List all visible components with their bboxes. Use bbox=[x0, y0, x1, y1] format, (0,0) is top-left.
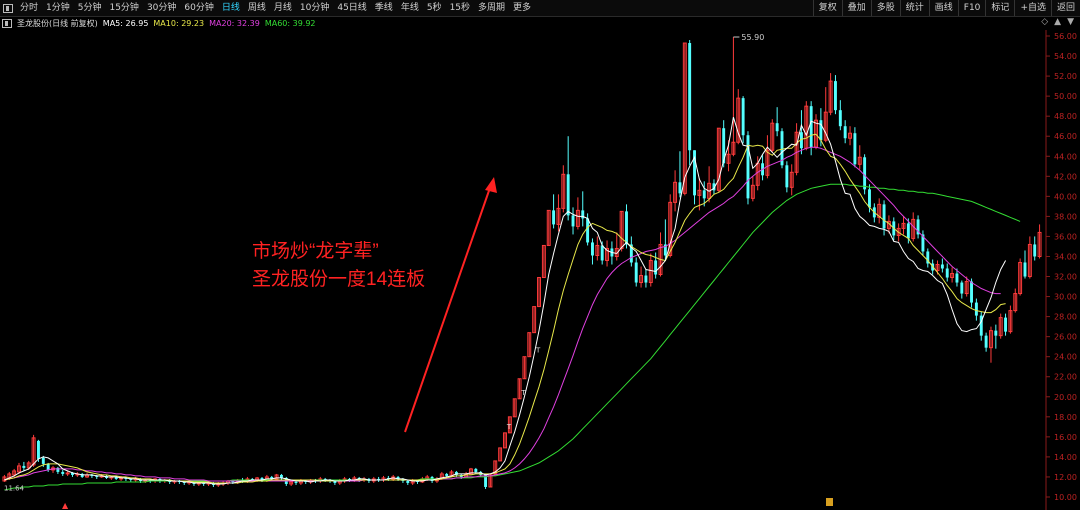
price-label: 48.00 bbox=[1054, 112, 1077, 121]
candle-body bbox=[634, 262, 638, 283]
candle-body bbox=[994, 330, 998, 336]
candle-body bbox=[960, 282, 964, 294]
candle-body bbox=[644, 275, 648, 283]
t-marker: T bbox=[506, 423, 512, 431]
candle-body bbox=[1004, 317, 1008, 332]
price-label: 12.00 bbox=[1054, 473, 1077, 482]
candle-body bbox=[945, 268, 949, 278]
ma5-line bbox=[4, 117, 1007, 485]
candle-body bbox=[809, 106, 813, 148]
price-label: 44.00 bbox=[1054, 152, 1077, 161]
candle-body bbox=[625, 211, 628, 245]
annotation-arrow-line bbox=[404, 181, 493, 433]
candle-body bbox=[566, 174, 570, 216]
candle-body bbox=[868, 189, 871, 208]
candle-body bbox=[41, 457, 45, 464]
candle-body bbox=[741, 98, 745, 136]
t-marker: T bbox=[520, 389, 526, 397]
price-label: 28.00 bbox=[1054, 313, 1077, 322]
candle-body bbox=[882, 204, 886, 229]
candle-body bbox=[445, 473, 449, 476]
candle-body bbox=[906, 223, 910, 239]
price-label: 10.00 bbox=[1054, 493, 1077, 502]
candle-body bbox=[819, 120, 823, 141]
candle-body bbox=[294, 481, 298, 483]
candle-body bbox=[61, 471, 65, 474]
candle-body bbox=[654, 260, 658, 275]
price-label: 38.00 bbox=[1054, 212, 1077, 221]
annotation-line-1: 市场炒“龙字辈” bbox=[252, 241, 379, 262]
price-label: 14.00 bbox=[1054, 453, 1077, 462]
candle-body bbox=[838, 110, 842, 127]
candle-body bbox=[785, 165, 789, 188]
candle-body bbox=[552, 210, 556, 225]
candle-body bbox=[46, 463, 50, 470]
price-label: 26.00 bbox=[1054, 333, 1077, 342]
price-label: 40.00 bbox=[1054, 192, 1077, 201]
event-marker-icon bbox=[826, 498, 833, 506]
candle-body bbox=[955, 273, 959, 283]
candle-body bbox=[678, 182, 682, 194]
kline-chart[interactable]: 56.00 54.00 52.00 50.00 48.00 46.00 44.00 42.00… bbox=[0, 0, 1080, 510]
price-label: 46.00 bbox=[1054, 132, 1077, 141]
price-label: 54.00 bbox=[1054, 52, 1077, 61]
candle-body bbox=[702, 190, 706, 199]
candle-body bbox=[571, 215, 575, 227]
price-label: 34.00 bbox=[1054, 252, 1077, 261]
candle-body bbox=[863, 157, 867, 190]
price-label: 22.00 bbox=[1054, 373, 1077, 382]
event-marker-small: ▲ bbox=[62, 501, 69, 510]
candle-body bbox=[834, 81, 837, 111]
candle-body bbox=[940, 264, 944, 269]
candle-body bbox=[22, 465, 26, 468]
candle-body bbox=[775, 123, 779, 132]
candle-body bbox=[586, 218, 590, 243]
candle-body bbox=[1023, 262, 1027, 277]
ma10-line bbox=[4, 133, 1006, 484]
candle-body bbox=[970, 281, 973, 303]
price-label: 50.00 bbox=[1054, 92, 1077, 101]
price-label: 24.00 bbox=[1054, 353, 1077, 362]
candle-body bbox=[1033, 244, 1037, 257]
annotation-arrowhead bbox=[485, 177, 497, 193]
price-label: 52.00 bbox=[1054, 72, 1077, 81]
ma60-line bbox=[4, 183, 1021, 491]
price-label: 30.00 bbox=[1054, 293, 1077, 302]
candle-body bbox=[853, 133, 857, 165]
candle-body bbox=[974, 302, 978, 316]
price-label: 32.00 bbox=[1054, 273, 1077, 282]
price-label: 56.00 bbox=[1054, 32, 1077, 41]
candle-body bbox=[688, 43, 692, 151]
candle-body bbox=[600, 245, 604, 261]
t-marker: T bbox=[535, 347, 541, 355]
candle-body bbox=[36, 440, 40, 459]
annotation-line-2: 圣龙股份一度14连板 bbox=[252, 269, 426, 290]
candle-body bbox=[406, 480, 410, 483]
candle-body bbox=[843, 126, 847, 139]
high-price-label: 55.90 bbox=[741, 33, 764, 42]
price-label: 20.00 bbox=[1054, 393, 1077, 402]
price-label: 42.00 bbox=[1054, 172, 1077, 181]
price-label: 18.00 bbox=[1054, 413, 1077, 422]
candle-body bbox=[984, 335, 988, 348]
low-price-label: 11.64 bbox=[4, 485, 25, 493]
candle-body bbox=[474, 468, 478, 472]
candle-body bbox=[591, 242, 594, 256]
price-label: 16.00 bbox=[1054, 433, 1077, 442]
price-label: 36.00 bbox=[1054, 232, 1077, 241]
